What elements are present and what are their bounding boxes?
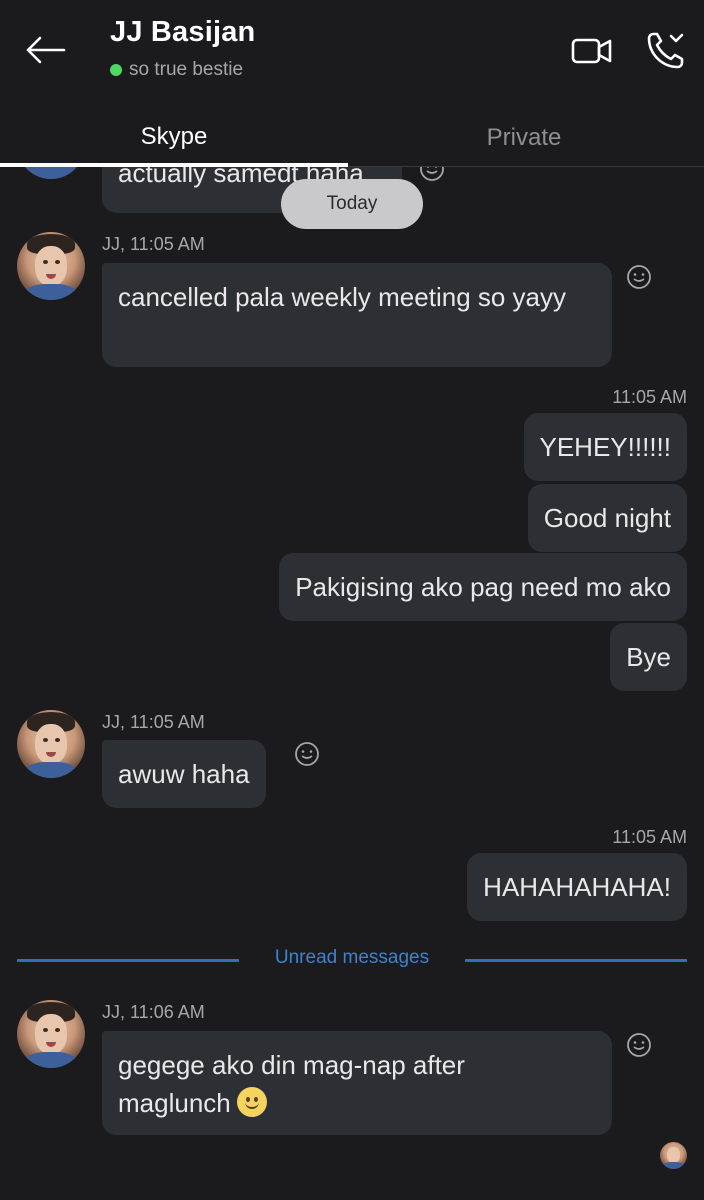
message-text: cancelled pala weekly meeting so yayy — [118, 282, 567, 312]
message-list[interactable]: actually samedt haha Today JJ, 11:05 AM … — [0, 167, 704, 1200]
unread-messages-label: Unread messages — [274, 947, 430, 968]
tab-private[interactable]: Private — [350, 110, 698, 166]
smiling-face-emoji-icon — [236, 1087, 267, 1117]
message-text: Pakigising ako pag need mo ako — [295, 572, 671, 602]
avatar[interactable] — [17, 232, 85, 300]
message-text-line: gegege ako din mag-nap after — [118, 1050, 465, 1080]
message-text-line: maglunch — [118, 1088, 231, 1118]
message-text: awuw haha — [118, 759, 250, 789]
smiley-react-icon[interactable] — [625, 263, 653, 291]
avatar[interactable] — [17, 167, 85, 179]
message-bubble-outgoing[interactable]: Good night — [527, 484, 687, 552]
message-bubble-outgoing[interactable]: HAHAHAHAHA! — [467, 853, 687, 921]
contact-title-block[interactable]: JJ Basijan so true bestie — [110, 16, 255, 81]
smiley-react-icon[interactable] — [418, 167, 446, 183]
avatar[interactable] — [17, 710, 85, 778]
message-text: Good night — [543, 503, 671, 533]
message-bubble[interactable]: gegege ako din mag-nap after maglunch — [102, 1031, 612, 1135]
message-bubble-outgoing[interactable]: Pakigising ako pag need mo ako — [279, 553, 687, 621]
chat-header: JJ Basijan so true bestie — [0, 0, 704, 110]
smiley-react-icon[interactable] — [625, 1031, 653, 1059]
sender-timestamp: JJ, 11:05 AM — [102, 234, 205, 254]
presence-dot — [110, 64, 122, 76]
message-text: YEHEY!!!!!! — [539, 432, 672, 462]
message-bubble-outgoing[interactable]: Bye — [610, 623, 687, 691]
read-receipt-avatar — [660, 1142, 687, 1169]
unread-messages-divider: Unread messages — [17, 947, 687, 973]
arrow-left-icon — [26, 36, 66, 64]
message-text: HAHAHAHAHA! — [483, 872, 671, 902]
avatar[interactable] — [17, 1000, 85, 1068]
message-text: Bye — [626, 642, 671, 672]
message-bubble[interactable]: awuw haha — [102, 740, 266, 808]
audio-call-button[interactable] — [644, 28, 688, 72]
date-separator-pill: Today — [281, 179, 423, 229]
message-timestamp: 11:05 AM — [612, 387, 687, 407]
status-line: so true bestie — [110, 59, 255, 81]
conversation-tabs: Skype Private — [0, 110, 704, 167]
smiley-react-icon[interactable] — [293, 740, 321, 768]
contact-name[interactable]: JJ Basijan — [110, 16, 255, 49]
back-button[interactable] — [22, 28, 70, 72]
tab-skype[interactable]: Skype — [0, 110, 348, 167]
message-bubble[interactable]: cancelled pala weekly meeting so yayy — [102, 263, 612, 367]
status-message: so true bestie — [129, 59, 244, 80]
video-call-button[interactable] — [570, 32, 614, 70]
divider-line-right — [465, 959, 687, 962]
phone-chevron-icon — [647, 32, 684, 69]
message-timestamp: 11:05 AM — [612, 827, 687, 847]
sender-timestamp: JJ, 11:06 AM — [102, 1002, 205, 1022]
video-camera-icon — [571, 38, 612, 64]
message-bubble-outgoing[interactable]: YEHEY!!!!!! — [523, 413, 687, 481]
sender-timestamp: JJ, 11:05 AM — [102, 712, 205, 732]
message-text-line-emoji: maglunch — [118, 1084, 596, 1122]
